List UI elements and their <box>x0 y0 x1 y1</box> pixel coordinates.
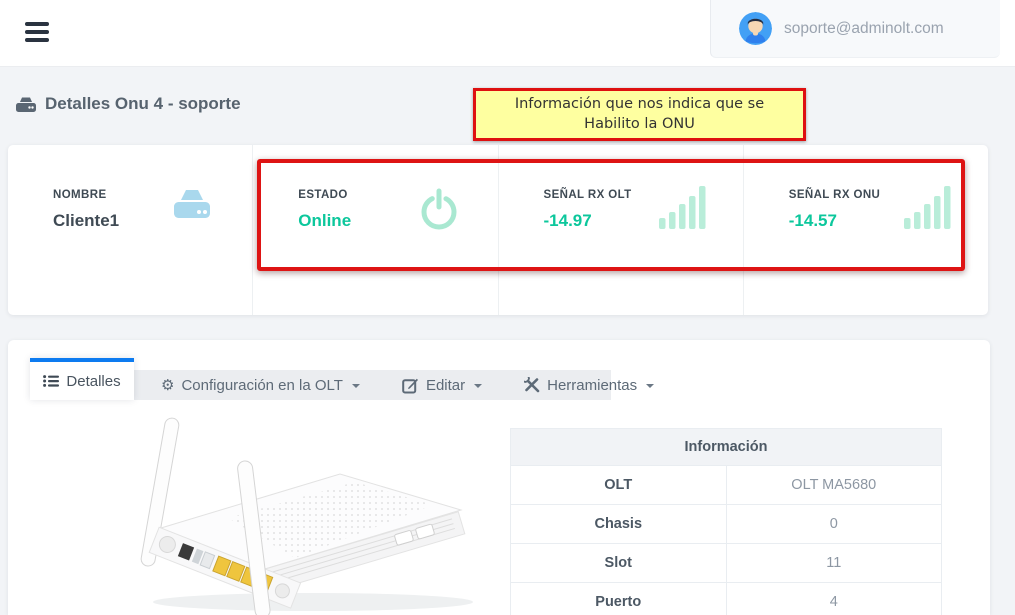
caret-down-icon <box>646 384 654 388</box>
onu-device-icon <box>168 187 216 226</box>
nombre-value: Cliente1 <box>53 211 252 231</box>
tab-editar-label: Editar <box>426 377 465 394</box>
user-menu[interactable]: soporte@adminolt.com <box>710 0 1000 58</box>
tab-herramientas[interactable]: Herramientas <box>503 370 675 400</box>
row-value: OLT MA5680 <box>726 466 942 505</box>
row-label: OLT <box>511 466 727 505</box>
tab-configuracion-olt[interactable]: ⚙ Configuración en la OLT <box>140 370 381 400</box>
row-label: Puerto <box>511 583 727 615</box>
hamburger-bar <box>25 22 49 26</box>
status-col-senal-rx-onu: SEÑAL RX ONU -14.57 <box>743 145 988 315</box>
page-title: Detalles Onu 4 - soporte <box>45 94 241 114</box>
table-row: Chasis 0 <box>511 505 942 544</box>
tab-detalles[interactable]: Detalles <box>30 358 134 400</box>
senal-rx-onu-value: -14.57 <box>789 211 988 231</box>
breadcrumb: Detalles Onu 4 - soporte <box>15 94 241 114</box>
tab-herramientas-label: Herramientas <box>547 377 637 394</box>
estado-value: Online <box>298 211 497 231</box>
status-card: NOMBRE Cliente1 ESTADO Online SEÑAL RX O… <box>8 145 988 315</box>
nombre-label: NOMBRE <box>53 189 252 201</box>
annotation-text: Información que nos indica que se Habili… <box>490 95 789 133</box>
hamburger-bar <box>25 30 49 34</box>
tab-detalles-label: Detalles <box>66 373 120 390</box>
row-value: 11 <box>726 544 942 583</box>
signal-bars-icon <box>904 185 952 236</box>
status-col-estado: ESTADO Online <box>252 145 497 315</box>
table-row: Slot 11 <box>511 544 942 583</box>
onu-product-image <box>103 410 483 615</box>
estado-label: ESTADO <box>298 189 497 201</box>
row-value: 4 <box>726 583 942 615</box>
table-header: Información <box>511 429 942 466</box>
senal-rx-olt-label: SEÑAL RX OLT <box>544 189 743 201</box>
tab-strip: ⚙ Configuración en la OLT Editar <box>134 370 611 400</box>
gear-icon: ⚙ <box>161 378 174 393</box>
details-panel: Detalles ⚙ Configuración en la OLT Edita… <box>8 340 990 615</box>
tab-bar: Detalles ⚙ Configuración en la OLT Edita… <box>30 358 611 400</box>
table-header-row: Información <box>511 429 942 466</box>
row-label: Chasis <box>511 505 727 544</box>
info-table: Información OLT OLT MA5680 Chasis 0 Slot… <box>510 428 942 615</box>
senal-rx-olt-value: -14.97 <box>544 211 743 231</box>
user-avatar <box>739 12 772 45</box>
signal-bars-icon <box>659 185 707 236</box>
caret-down-icon <box>474 384 482 388</box>
user-email: soporte@adminolt.com <box>784 20 944 38</box>
caret-down-icon <box>352 384 360 388</box>
topbar: soporte@adminolt.com <box>0 0 1015 67</box>
edit-icon <box>402 377 419 394</box>
status-col-senal-rx-olt: SEÑAL RX OLT -14.97 <box>498 145 743 315</box>
row-value: 0 <box>726 505 942 544</box>
tools-icon <box>524 377 540 393</box>
power-icon <box>416 185 462 238</box>
table-row: OLT OLT MA5680 <box>511 466 942 505</box>
onu-router-icon <box>15 96 37 113</box>
tab-configuracion-label: Configuración en la OLT <box>181 377 342 394</box>
table-row: Puerto 4 <box>511 583 942 615</box>
tab-editar[interactable]: Editar <box>381 370 503 400</box>
annotation-callout: Información que nos indica que se Habili… <box>473 88 806 141</box>
hamburger-menu-icon[interactable] <box>25 22 49 46</box>
hamburger-bar <box>25 38 49 42</box>
senal-rx-onu-label: SEÑAL RX ONU <box>789 189 988 201</box>
list-icon <box>43 374 59 388</box>
row-label: Slot <box>511 544 727 583</box>
status-col-nombre: NOMBRE Cliente1 <box>8 145 252 315</box>
